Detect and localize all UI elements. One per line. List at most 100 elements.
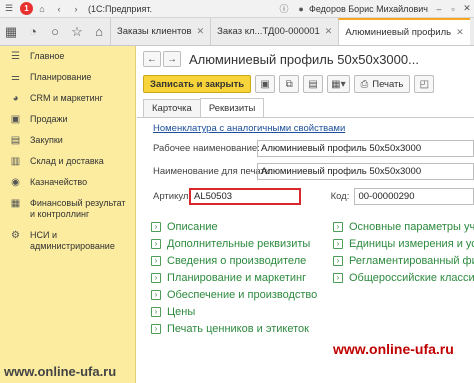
group-label: Основные параметры учета bbox=[349, 220, 474, 233]
close-tab-icon[interactable]: ✕ bbox=[197, 26, 205, 37]
expand-icon: › bbox=[151, 255, 161, 266]
sidebar-item-label: Финансовый результат и контроллинг bbox=[30, 198, 126, 219]
sidebar-item-label: CRM и маркетинг bbox=[30, 93, 103, 103]
save-icon[interactable]: ▣ bbox=[255, 75, 276, 93]
purchases-icon: ▤ bbox=[10, 135, 21, 146]
similar-items-link[interactable]: Номенклатура с аналогичными свойствами bbox=[153, 123, 345, 134]
tab-customer-order[interactable]: Заказ кл...ТД00-000001 ✕ bbox=[210, 18, 338, 45]
group-label: Регламентированный фин... bbox=[349, 254, 474, 267]
settings-icon: ⚙ bbox=[11, 230, 20, 241]
article-label: Артикул: bbox=[153, 191, 192, 202]
info-icon[interactable]: ⓘ bbox=[278, 3, 290, 15]
expand-icon: › bbox=[151, 306, 161, 317]
group-regulated-finance[interactable]: › Регламентированный фин... bbox=[333, 252, 474, 269]
current-user[interactable]: Федоров Борис Михайлович bbox=[309, 4, 428, 14]
sidebar-item-label: Казначейство bbox=[30, 177, 88, 187]
article-field[interactable]: AL50503 bbox=[189, 188, 301, 205]
expand-icon: › bbox=[333, 272, 343, 283]
close-tab-icon[interactable]: ✕ bbox=[325, 26, 333, 37]
print-name-row: Наименование для печати: Алюминиевый про… bbox=[137, 163, 474, 180]
tab-customer-orders[interactable]: Заказы клиентов ✕ bbox=[110, 18, 210, 45]
group-supply-production[interactable]: › Обеспечение и производство bbox=[151, 286, 317, 303]
article-code-row: Артикул: AL50503 Код: 00-00000290 bbox=[137, 188, 474, 205]
home-icon[interactable]: ⌂ bbox=[88, 18, 110, 45]
open-windows-bar: ▦ ◔ ○ ☆ ⌂ Заказы клиентов ✕ Заказ кл...Т… bbox=[0, 18, 474, 46]
star-icon[interactable]: ☆ bbox=[66, 18, 88, 45]
more-icon[interactable]: ◰ bbox=[414, 75, 435, 93]
form-tabs: Карточка Реквизиты bbox=[137, 98, 474, 118]
group-accounting-params[interactable]: › Основные параметры учета bbox=[333, 218, 474, 235]
copy-icon[interactable]: ⧉ bbox=[279, 75, 300, 93]
group-label: Описание bbox=[167, 220, 218, 233]
history-icon[interactable]: ◔ bbox=[22, 18, 44, 45]
group-manufacturer[interactable]: › Сведения о производителе bbox=[151, 252, 317, 269]
close-tab-icon[interactable]: ✕ bbox=[456, 27, 464, 38]
sidebar-item-main[interactable]: ☰ Главное bbox=[0, 46, 135, 67]
back-arrow-button[interactable]: ← bbox=[143, 51, 161, 67]
work-name-label: Рабочее наименование: bbox=[153, 143, 260, 154]
sidebar-item-admin[interactable]: ⚙ НСИ и администрирование bbox=[0, 225, 135, 257]
maximize-button[interactable]: ▫ bbox=[446, 2, 460, 16]
user-icon[interactable]: ● bbox=[295, 3, 307, 15]
watermark-right: www.online-ufa.ru bbox=[333, 341, 454, 357]
sidebar-item-treasury[interactable]: ◉ Казначейство bbox=[0, 172, 135, 193]
form-toolbar: Записать и закрыть ▣ ⧉ ▤ ▦▾ ⎙ Печать ◰ bbox=[137, 72, 474, 96]
code-label: Код: bbox=[330, 191, 350, 202]
group-units[interactable]: › Единицы измерения и усл... bbox=[333, 235, 474, 252]
sidebar-item-purchases[interactable]: ▤ Закупки bbox=[0, 130, 135, 151]
groups-right-column: › Основные параметры учета › Единицы измер… bbox=[333, 218, 474, 286]
print-name-label: Наименование для печати: bbox=[153, 166, 273, 177]
sidebar-item-label: Главное bbox=[30, 51, 65, 61]
create-based-on-icon[interactable]: ▦▾ bbox=[327, 75, 350, 93]
minimize-button[interactable]: – bbox=[432, 2, 446, 16]
tab-card[interactable]: Карточка bbox=[143, 99, 201, 117]
sidebar-item-label: Планирование bbox=[30, 72, 92, 82]
forward-icon[interactable]: › bbox=[70, 3, 82, 15]
sidebar-item-sales[interactable]: ▣ Продажи bbox=[0, 109, 135, 130]
save-and-close-button[interactable]: Записать и закрыть bbox=[143, 75, 252, 93]
sidebar-item-crm[interactable]: ◕ CRM и маркетинг bbox=[0, 88, 135, 109]
app-title: (1С:Предприят... bbox=[88, 3, 152, 14]
close-button[interactable]: ✕ bbox=[460, 2, 474, 16]
tab-label: Заказ кл...ТД00-000001 bbox=[217, 26, 320, 37]
form-header: ← → Алюминиевый профиль 50х50х3000... bbox=[137, 46, 474, 72]
sidebar-item-warehouse[interactable]: ▥ Склад и доставка bbox=[0, 151, 135, 172]
print-name-field[interactable]: Алюминиевый профиль 50х50х3000 bbox=[257, 163, 474, 180]
groups-left-column: › Описание › Дополнительные реквизиты › Све… bbox=[151, 218, 317, 337]
sections-sidebar: ☰ Главное ⚌ Планирование ◕ CRM и маркети… bbox=[0, 46, 136, 383]
expand-icon: › bbox=[151, 272, 161, 283]
sidebar-item-label: Склад и доставка bbox=[30, 156, 104, 166]
item-form: ← → Алюминиевый профиль 50х50х3000... За… bbox=[137, 46, 474, 383]
group-label: Сведения о производителе bbox=[167, 254, 307, 267]
grid-icon[interactable]: ▦ bbox=[0, 18, 22, 45]
window-menu-icon[interactable]: ☰ bbox=[3, 3, 15, 15]
group-additional-requisites[interactable]: › Дополнительные реквизиты bbox=[151, 235, 317, 252]
document-icon[interactable]: ▤ bbox=[303, 75, 324, 93]
group-price-tags[interactable]: › Печать ценников и этикеток bbox=[151, 320, 317, 337]
group-label: Единицы измерения и усл... bbox=[349, 237, 474, 250]
warehouse-icon: ▥ bbox=[10, 156, 21, 167]
home-icon[interactable]: ⌂ bbox=[36, 3, 48, 15]
tab-requisites[interactable]: Реквизиты bbox=[199, 98, 265, 117]
tab-aluminum-profile[interactable]: Алюминиевый профиль ✕ bbox=[338, 18, 470, 45]
window-titlebar: ☰ 1 ⌂ ‹ › (1С:Предприят... ⓘ ● Федоров Б… bbox=[0, 0, 474, 18]
printer-icon: ⎙ bbox=[360, 78, 369, 90]
sidebar-item-planning[interactable]: ⚌ Планирование bbox=[0, 67, 135, 88]
forward-arrow-button[interactable]: → bbox=[163, 51, 181, 67]
group-description[interactable]: › Описание bbox=[151, 218, 317, 235]
group-prices[interactable]: › Цены bbox=[151, 303, 317, 320]
sidebar-item-finance[interactable]: ▦ Финансовый результат и контроллинг bbox=[0, 193, 135, 225]
sales-icon: ▣ bbox=[10, 114, 21, 125]
planning-icon: ⚌ bbox=[11, 72, 20, 83]
print-button[interactable]: ⎙ Печать bbox=[353, 75, 411, 93]
group-planning-marketing[interactable]: › Планирование и маркетинг bbox=[151, 269, 317, 286]
work-name-field[interactable]: Алюминиевый профиль 50х50х3000 bbox=[257, 140, 474, 157]
code-field[interactable]: 00-00000290 bbox=[354, 188, 474, 205]
start-page-icon[interactable]: ○ bbox=[44, 18, 66, 45]
group-classifiers[interactable]: › Общероссийские классиф... bbox=[333, 269, 474, 286]
crm-icon: ◕ bbox=[12, 93, 19, 104]
expand-icon: › bbox=[333, 221, 343, 232]
tab-label: Заказы клиентов bbox=[117, 26, 192, 37]
back-icon[interactable]: ‹ bbox=[53, 3, 65, 15]
expand-icon: › bbox=[333, 238, 343, 249]
